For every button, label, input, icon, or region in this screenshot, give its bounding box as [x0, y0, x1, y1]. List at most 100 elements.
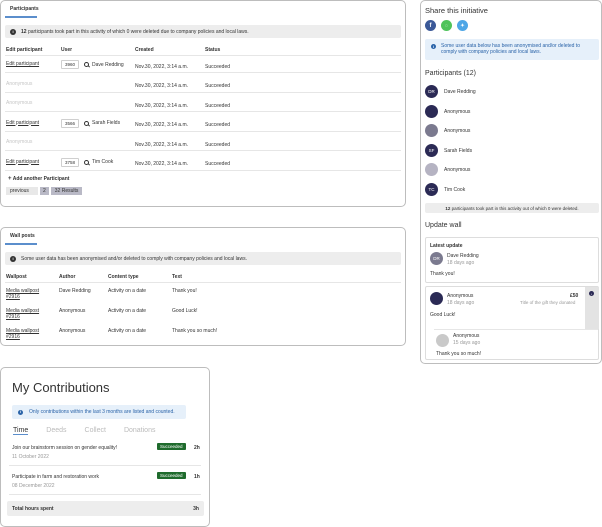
contribution-date: 08 December 2022 — [12, 483, 55, 489]
share-title: Share this initiative — [425, 6, 488, 15]
post-text: Thank you! — [430, 271, 455, 277]
tab-time[interactable]: Time — [13, 427, 29, 435]
avatar — [425, 163, 438, 176]
info-icon: i — [10, 28, 16, 35]
user-id-field[interactable]: 3758 — [61, 157, 80, 167]
created-date: Nov.30, 2022, 3:14 a.m. — [135, 83, 188, 89]
contributions-title: My Contributions — [12, 380, 110, 395]
post-time: 18 days ago — [447, 300, 475, 306]
pagination: previous 2 32 Results — [6, 187, 83, 195]
participant-name: Anonymous — [444, 128, 471, 134]
donation-amount: £50 — [570, 293, 579, 299]
pager-results: 32 Results — [50, 187, 83, 195]
col-created: Created — [135, 47, 154, 53]
facebook-icon[interactable]: f — [425, 20, 436, 31]
pager-previous[interactable]: previous — [6, 187, 38, 195]
plus-icon: + — [8, 176, 12, 182]
col-edit-participant: Edit participant — [6, 47, 43, 53]
user-name: Sarah Fields — [92, 120, 121, 126]
post-author: Anonymous — [447, 293, 474, 299]
participant-name: Tim Cook — [444, 186, 466, 193]
contribution-title[interactable]: Join our brainstorm session on gender eq… — [12, 445, 117, 451]
user-cell: 3758 Tim Cook — [61, 157, 113, 167]
anonymous-label: Anonymous — [6, 80, 33, 87]
total-hours-bar: Total hours spent 3h — [7, 501, 204, 516]
col-wallpost: Wallpost — [6, 274, 27, 280]
contributions-info-text: Only contributions within the last 3 mon… — [29, 409, 175, 415]
share-info-text: Some user data below has been anonymised… — [441, 43, 580, 55]
col-author: Author — [59, 274, 76, 280]
status-text: Succeeded — [205, 83, 231, 89]
tab-collect[interactable]: Collect — [85, 427, 106, 435]
wallpost-id-link[interactable]: #2916 — [6, 334, 20, 340]
edit-participant-link[interactable]: Edit participant — [6, 159, 39, 165]
created-date: Nov.30, 2022, 3:14 a.m. — [135, 122, 188, 128]
gift-title: Title of the gift they donated — [520, 300, 576, 305]
contributions-card: My Contributions i Only contributions wi… — [0, 367, 210, 527]
share-card: Share this initiative f ◌ ✦ i Some user … — [420, 0, 602, 364]
latest-update-label: Latest update — [430, 243, 463, 249]
wallpost-author: Anonymous — [59, 328, 86, 334]
tab-underline — [5, 243, 37, 245]
tab-wall-posts[interactable]: Wall posts — [10, 233, 35, 239]
whatsapp-icon[interactable]: ◌ — [441, 20, 452, 31]
status-badge: Succeeded — [157, 472, 186, 479]
total-hours-label: Total hours spent — [12, 505, 54, 512]
created-date: Nov.30, 2022, 3:14 a.m. — [135, 63, 188, 70]
anonymous-label: Anonymous — [6, 100, 33, 106]
participant-name: Sarah Fields — [444, 147, 473, 154]
share-icons: f ◌ ✦ — [425, 20, 468, 31]
avatar: DR — [430, 252, 443, 265]
avatar: SF — [425, 143, 438, 157]
wall-posts-card: Wall posts i Some user data has been ano… — [0, 227, 406, 346]
contribution-tabs: Time Deeds Collect Donations — [13, 427, 155, 435]
col-user: User — [61, 47, 73, 53]
contributions-info-box: i Only contributions within the last 3 m… — [12, 405, 186, 419]
pager-page[interactable]: 2 — [40, 187, 49, 195]
avatar — [430, 292, 443, 305]
reply-text: Thank you so much! — [436, 351, 482, 357]
contribution-hours: 1h — [194, 474, 200, 480]
donation-post-box: Anonymous 18 days ago £50 Title of the g… — [425, 286, 599, 360]
user-cell: 3960 Dave Redding — [61, 60, 124, 69]
post-side-panel: • — [585, 287, 599, 329]
avatar: DR — [425, 85, 438, 98]
edit-participant-link[interactable]: Edit participant — [6, 61, 39, 67]
avatar — [425, 124, 438, 137]
wallpost-author: Dave Redding — [59, 288, 91, 294]
wall-info-bar: i Some user data has been anonymised and… — [5, 252, 401, 265]
participants-info-bar: i 12 participants took part in this acti… — [5, 25, 401, 38]
info-icon: i — [10, 255, 16, 262]
wallpost-id-link[interactable]: #2916 — [6, 294, 20, 300]
post-author: Dave Redding — [447, 253, 479, 259]
status-text: Succeeded — [205, 63, 231, 70]
avatar — [425, 104, 438, 118]
search-icon[interactable] — [84, 120, 90, 126]
tab-participants[interactable]: Participants — [10, 6, 39, 12]
more-icon[interactable]: • — [589, 291, 594, 296]
edit-participant-link[interactable]: Edit participant — [6, 120, 39, 126]
reply-time: 15 days ago — [453, 340, 481, 346]
user-name: Dave Redding — [92, 61, 124, 68]
participants-count-title: Participants (12) — [425, 70, 476, 77]
col-text: Text — [172, 274, 182, 280]
reply-box: Anonymous 15 days ago Thank you so much! — [434, 329, 598, 359]
search-icon[interactable] — [84, 62, 90, 67]
post-text: Good Luck! — [430, 312, 456, 318]
add-participant-link[interactable]: + Add another Participant — [8, 176, 69, 182]
contribution-title[interactable]: Participate in farm and restoration work — [12, 474, 99, 480]
wallpost-id-link[interactable]: #2916 — [6, 314, 20, 320]
tab-donations[interactable]: Donations — [124, 427, 156, 435]
wallpost-type: Activity on a date — [108, 288, 147, 294]
created-date: Nov.30, 2022, 3:14 a.m. — [135, 161, 188, 167]
post-time: 18 days ago — [447, 260, 475, 266]
search-icon[interactable] — [84, 159, 90, 165]
col-status: Status — [205, 47, 221, 53]
share-info-box: i Some user data below has been anonymis… — [425, 39, 599, 60]
twitter-icon[interactable]: ✦ — [457, 20, 468, 31]
user-id-field[interactable]: 3960 — [61, 60, 80, 69]
info-icon: i — [431, 44, 436, 49]
user-id-field[interactable]: 3566 — [61, 118, 80, 128]
status-text: Succeeded — [205, 102, 231, 109]
tab-deeds[interactable]: Deeds — [46, 427, 66, 435]
